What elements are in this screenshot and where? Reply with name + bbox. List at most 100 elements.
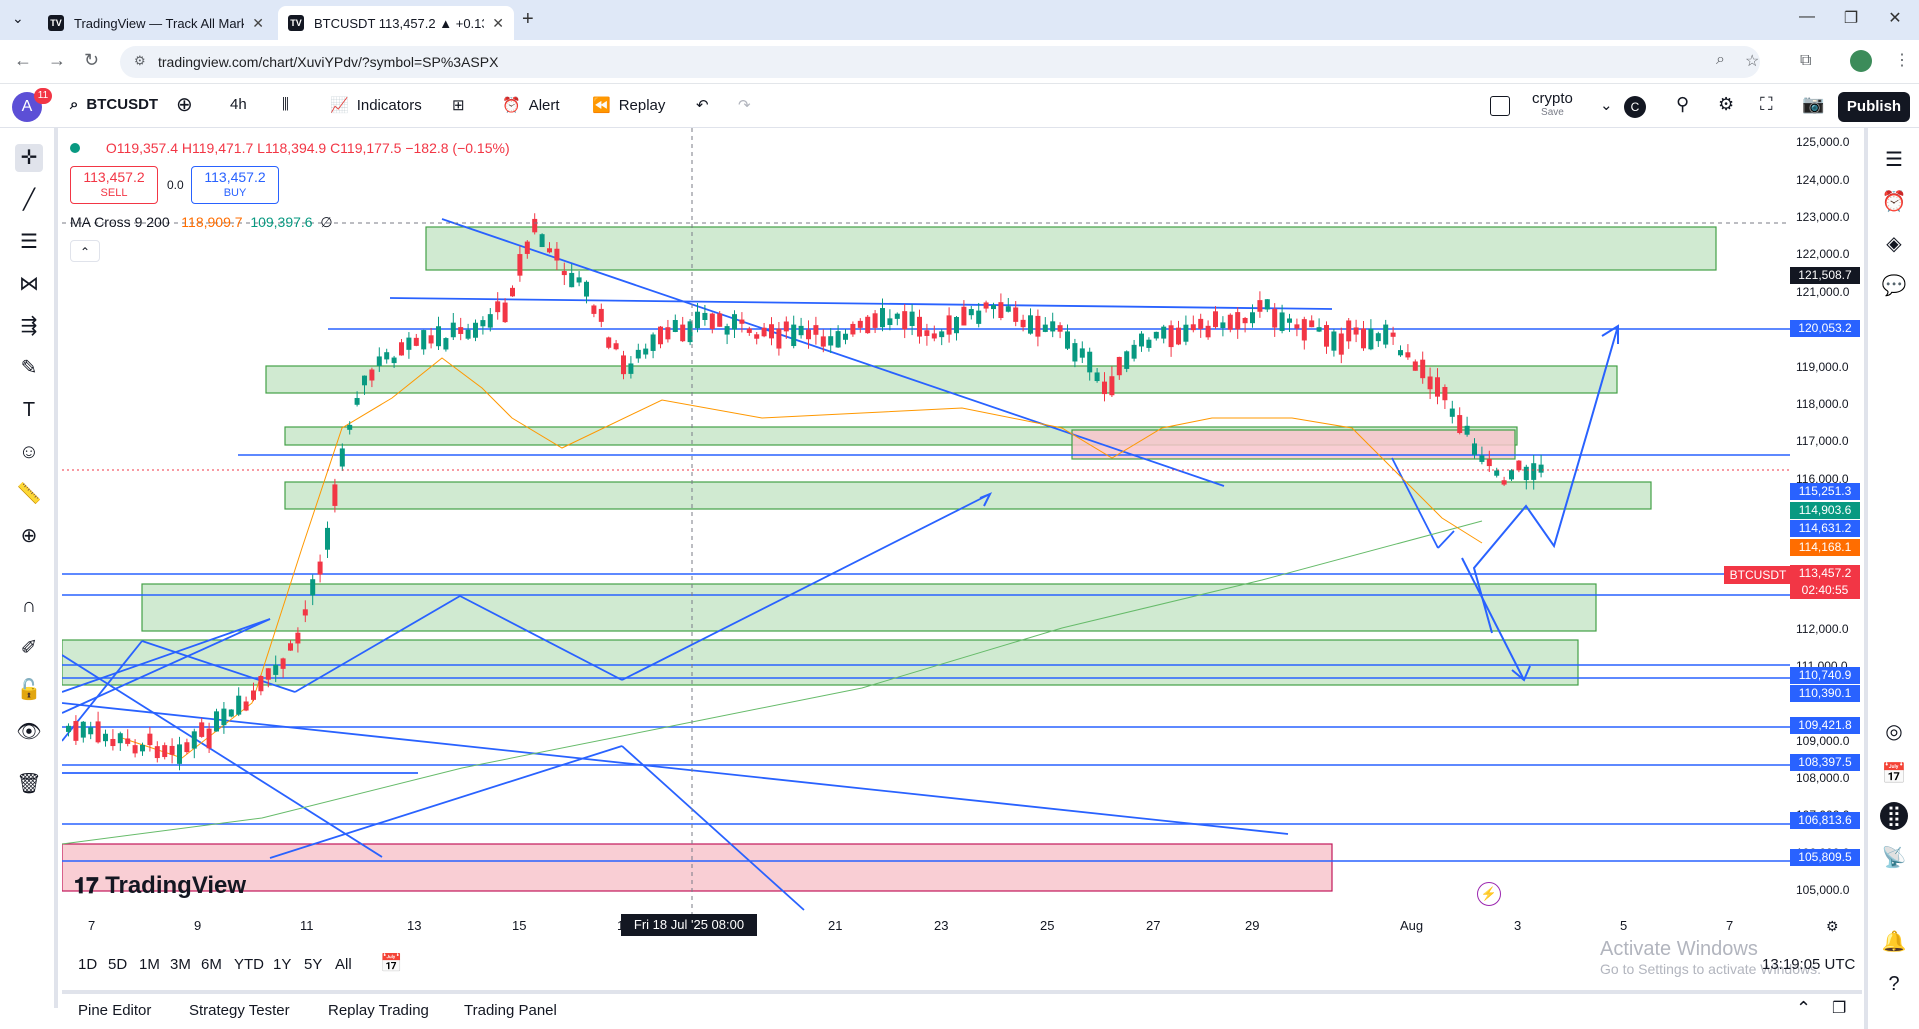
candle-body <box>487 314 493 328</box>
maximize-panel-icon[interactable]: ❐ <box>1832 998 1846 1018</box>
axis-settings-icon[interactable]: ⚙ <box>1826 918 1839 935</box>
chart-canvas[interactable] <box>62 128 1790 933</box>
window-close-icon[interactable]: ✕ <box>1880 8 1910 28</box>
candle-body <box>1479 455 1485 462</box>
interval-button[interactable]: 4h <box>230 96 247 113</box>
profile-avatar[interactable] <box>1850 50 1872 72</box>
candle-body <box>1087 351 1093 373</box>
url-field[interactable]: ⚙ tradingview.com/chart/XuviYPdv/?symbol… <box>120 46 1760 78</box>
layout-select-icon[interactable] <box>1490 96 1510 116</box>
emoji-icon[interactable]: ☺ <box>15 438 43 466</box>
extensions-icon[interactable]: ⧉ <box>1800 52 1811 70</box>
bottom-tab[interactable]: Trading Panel <box>464 1002 557 1019</box>
fib-icon[interactable]: ☰ <box>15 228 43 256</box>
publish-button[interactable]: Publish <box>1838 92 1910 122</box>
close-icon[interactable]: ✕ <box>492 15 504 32</box>
settings-icon[interactable]: ⚙ <box>1718 94 1734 115</box>
crosshair-icon[interactable]: ✛ <box>15 144 43 172</box>
collapse-legend-button[interactable]: ⌃ <box>70 240 100 262</box>
text-icon[interactable]: T <box>15 396 43 424</box>
brush-icon[interactable]: ✎ <box>15 354 43 382</box>
bottom-tab[interactable]: Pine Editor <box>78 1002 151 1019</box>
notifications-icon[interactable]: 🔔 <box>1880 928 1908 956</box>
fullscreen-icon[interactable]: ⛶ <box>1760 94 1773 115</box>
candle-body <box>1435 377 1440 397</box>
range-button[interactable]: 3M <box>170 956 191 973</box>
lock-icon[interactable]: 🔓 <box>15 676 43 704</box>
camera-icon[interactable]: 📷 <box>1802 94 1824 115</box>
range-button[interactable]: 1Y <box>273 956 291 973</box>
candles-type-icon[interactable]: ⫼ <box>282 96 289 113</box>
close-icon[interactable]: ✕ <box>252 15 264 32</box>
zoom-icon[interactable]: ⌕ <box>1716 51 1725 69</box>
symbol-search-button[interactable]: ⌕ BTCUSDT <box>70 96 158 113</box>
c-badge[interactable]: C <box>1624 96 1646 118</box>
target-icon[interactable]: ◎ <box>1880 718 1908 746</box>
browser-tab-0[interactable]: TV TradingView — Track All Marke ✕ <box>38 6 274 40</box>
range-button[interactable]: 5Y <box>304 956 322 973</box>
candle-body <box>946 315 952 335</box>
browser-menu-icon[interactable]: ⋮ <box>1894 50 1910 70</box>
bookmark-star-icon[interactable]: ☆ <box>1745 51 1759 71</box>
site-info-icon[interactable]: ⚙ <box>134 53 146 69</box>
alert-button[interactable]: ⏰ Alert <box>502 96 560 115</box>
candle-body <box>865 316 871 334</box>
chevron-up-icon[interactable]: ⌃ <box>1796 998 1811 1019</box>
range-button[interactable]: All <box>335 956 352 973</box>
range-button[interactable]: 6M <box>201 956 222 973</box>
redo-icon[interactable]: ↷ <box>738 96 751 114</box>
replay-button[interactable]: ⏪ Replay <box>592 96 665 115</box>
candle-body <box>1516 460 1522 471</box>
hide-icon[interactable]: 👁 <box>15 718 43 746</box>
templates-grid-icon[interactable]: ⊞ <box>452 96 465 114</box>
range-button[interactable]: 5D <box>108 956 127 973</box>
back-icon[interactable]: ← <box>14 50 32 71</box>
lock-drawings-icon[interactable]: ✐ <box>15 634 43 662</box>
alerts-clock-icon[interactable]: ⏰ <box>1880 188 1908 216</box>
magnet-icon[interactable]: ∩ <box>15 592 43 620</box>
bottom-tab[interactable]: Replay Trading <box>328 1002 429 1019</box>
browser-tab-1[interactable]: TV BTCUSDT 113,457.2 ▲ +0.13% ✕ <box>278 6 514 40</box>
watchlist-icon[interactable]: ☰ <box>1880 146 1908 174</box>
quick-search-icon[interactable]: ⚲ <box>1676 94 1689 115</box>
restore-icon[interactable]: ❐ <box>1836 8 1866 28</box>
range-button[interactable]: YTD <box>234 956 264 973</box>
ruler-icon[interactable]: 📏 <box>15 480 43 508</box>
candle-body <box>450 322 456 338</box>
help-icon[interactable]: ? <box>1880 970 1908 998</box>
tab-list-icon[interactable]: ⌄ <box>12 10 24 27</box>
trend-line-icon[interactable]: ╱ <box>15 186 43 214</box>
new-tab-icon[interactable]: + <box>522 8 534 31</box>
calendar-icon[interactable]: 📅 <box>1880 760 1908 788</box>
range-button[interactable]: 1D <box>78 956 97 973</box>
broadcast-icon[interactable]: 📡 <box>1880 844 1908 872</box>
trash-icon[interactable]: 🗑 <box>15 770 43 798</box>
price-line-label: 106,813.6 <box>1790 812 1860 829</box>
candle-body <box>828 336 834 346</box>
pattern-icon[interactable]: ⋈ <box>15 270 43 298</box>
prediction-icon[interactable]: ⇶ <box>15 312 43 340</box>
zoom-in-icon[interactable]: ⊕ <box>15 522 43 550</box>
range-button[interactable]: 1M <box>139 956 160 973</box>
layout-name-button[interactable]: crypto Save <box>1532 90 1573 118</box>
chevron-down-icon[interactable]: ⌄ <box>1600 96 1613 114</box>
buy-button[interactable]: 113,457.2 BUY <box>191 166 279 204</box>
indicators-button[interactable]: 📈 Indicators <box>330 96 422 115</box>
minimize-icon[interactable]: — <box>1792 8 1822 26</box>
calendar-goto-icon[interactable]: 📅 <box>380 953 402 974</box>
clock[interactable]: 13:19:05 UTC <box>1762 956 1855 973</box>
bottom-tab[interactable]: Strategy Tester <box>189 1002 290 1019</box>
undo-icon[interactable]: ↶ <box>696 96 709 114</box>
price-line-label: 110,740.9 <box>1790 667 1860 684</box>
sell-button[interactable]: 113,457.2 SELL <box>70 166 158 204</box>
candle-body <box>561 271 567 276</box>
chat-icon[interactable]: 💬 <box>1880 272 1908 300</box>
reload-icon[interactable]: ↻ <box>84 50 99 71</box>
forward-icon[interactable]: → <box>48 50 66 71</box>
time-axis-tick: 3 <box>1514 918 1522 933</box>
compare-symbol-icon[interactable]: ⊕ <box>176 92 193 117</box>
layers-icon[interactable]: ◈ <box>1880 230 1908 258</box>
lightning-icon[interactable]: ⚡ <box>1477 882 1501 906</box>
apps-icon[interactable]: ⣿ <box>1880 802 1908 830</box>
ma-cross-legend[interactable]: MA Cross 9 200 118,909.7 109,397.6 ∅ <box>70 214 333 231</box>
